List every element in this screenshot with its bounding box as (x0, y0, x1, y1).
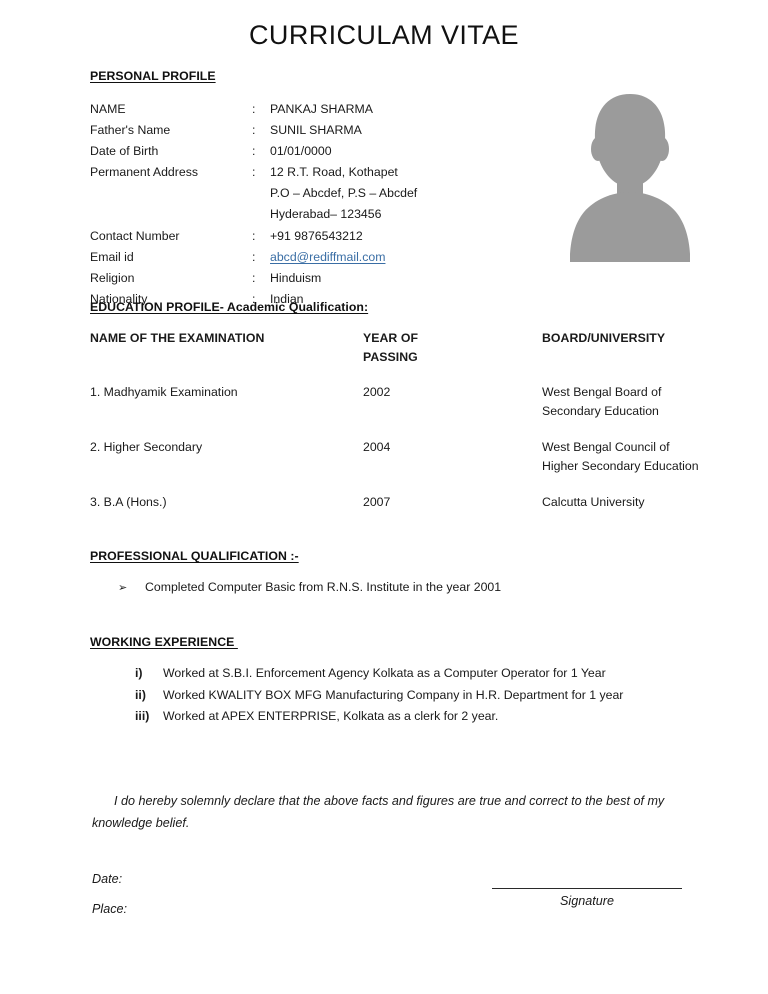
education-heading-text: EDUCATION PROFILE- Academic Qualificatio… (90, 300, 369, 314)
education-board: Calcutta University (542, 493, 732, 512)
signature-label: Signature (560, 894, 614, 908)
education-year-text: 2002 (363, 385, 391, 399)
section-heading-personal-profile: PERSONAL PROFILE (90, 69, 216, 83)
education-year: 2007 (363, 493, 523, 512)
declaration-paragraph: I do hereby solemnly declare that the ab… (92, 794, 665, 830)
profile-row-address-line3: Hyderabad– 123456 (90, 204, 550, 225)
profile-value: PANKAJ SHARMA (270, 102, 373, 116)
education-board-line1: Calcutta University (542, 495, 645, 509)
arrow-bullet-icon: ➢ (118, 581, 128, 594)
table-row: 3. B.A (Hons.) 2007 Calcutta University (90, 493, 710, 533)
education-board-line1: West Bengal Council of (542, 440, 670, 454)
working-experience-marker: ii) (135, 687, 146, 702)
profile-row-date-of-birth: Date of Birth : 01/01/0000 (90, 141, 550, 162)
profile-row-fathers-name: Father's Name : SUNIL SHARMA (90, 120, 550, 141)
education-column-header-examination: NAME OF THE EXAMINATION (90, 329, 355, 348)
education-examination-text: 2. Higher Secondary (90, 440, 203, 454)
profile-label: Contact Number (90, 228, 180, 243)
profile-value: Hinduism (270, 270, 322, 285)
working-experience-list: i) Worked at S.B.I. Enforcement Agency K… (135, 663, 735, 728)
education-column-header-board-line1: BOARD/UNIVERSITY (542, 331, 666, 345)
list-item: iii) Worked at APEX ENTERPRISE, Kolkata … (135, 706, 735, 728)
profile-value: 12 R.T. Road, Kothapet (270, 165, 398, 180)
profile-label: Religion (90, 270, 135, 285)
signature-block: Signature (492, 888, 682, 908)
education-column-header-examination-line1: NAME OF THE EXAMINATION (90, 331, 265, 345)
education-examination: 1. Madhyamik Examination (90, 383, 355, 402)
section-heading-education-profile: EDUCATION PROFILE- Academic Qualificatio… (90, 300, 368, 314)
education-column-header-year-line1: YEAR OF (363, 331, 419, 345)
list-item: ii) Worked KWALITY BOX MFG Manufacturing… (135, 685, 735, 707)
section-heading-working-experience: WORKING EXPERIENCE (90, 635, 238, 649)
profile-colon: : (252, 270, 256, 285)
education-board-line2: Higher Secondary Education (542, 458, 699, 473)
profile-label: NAME (90, 102, 126, 116)
page-title: CURRICULAM VITAE (249, 20, 519, 50)
education-year-text: 2004 (363, 440, 391, 454)
place-label: Place: (92, 902, 128, 916)
education-examination: 2. Higher Secondary (90, 438, 355, 457)
profile-row-address-line2: P.O – Abcdef, P.S – Abcdef (90, 183, 550, 204)
list-item: i) Worked at S.B.I. Enforcement Agency K… (135, 663, 735, 685)
profile-label: Date of Birth (90, 144, 159, 159)
education-examination-text: 3. B.A (Hons.) (90, 495, 167, 509)
education-board-line1: West Bengal Board of (542, 385, 662, 399)
education-column-header-year-line2: PASSING (363, 349, 418, 364)
profile-row-religion: Religion : Hinduism (90, 268, 550, 289)
section-heading-professional-qualification: PROFESSIONAL QUALIFICATION :- (90, 549, 299, 563)
profile-colon: : (252, 102, 256, 116)
education-year-text: 2007 (363, 495, 391, 509)
education-examination: 3. B.A (Hons.) (90, 493, 355, 512)
date-label: Date: (92, 872, 123, 886)
education-board: West Bengal Board of Secondary Education (542, 383, 732, 420)
profile-colon: : (252, 165, 256, 180)
profile-colon: : (252, 249, 256, 264)
education-year: 2004 (363, 438, 523, 457)
profile-row-contact-number: Contact Number : +91 9876543212 (90, 226, 550, 247)
working-experience-marker: iii) (135, 709, 150, 723)
personal-profile-heading-text: PERSONAL PROFILE (90, 69, 216, 83)
photo-placeholder (562, 88, 698, 262)
profile-value: Hyderabad– 123456 (270, 207, 382, 222)
working-experience-marker: i) (135, 666, 143, 680)
working-experience-text: Worked KWALITY BOX MFG Manufacturing Com… (163, 687, 624, 702)
working-experience-text: Worked at S.B.I. Enforcement Agency Kolk… (163, 666, 606, 680)
profile-value: P.O – Abcdef, P.S – Abcdef (270, 186, 418, 201)
table-row: 2. Higher Secondary 2004 West Bengal Cou… (90, 438, 710, 493)
professional-qualification-heading-text: PROFESSIONAL QUALIFICATION :- (90, 549, 299, 563)
profile-row-email: Email id : abcd@rediffmail.com (90, 247, 550, 268)
profile-label: Email id (90, 249, 134, 264)
personal-profile-table: NAME : PANKAJ SHARMA Father's Name : SUN… (90, 99, 550, 310)
education-column-header-board: BOARD/UNIVERSITY (542, 329, 732, 348)
profile-label: Permanent Address (90, 165, 198, 180)
profile-colon: : (252, 144, 256, 159)
education-board-line2: Secondary Education (542, 403, 659, 418)
profile-value: 01/01/0000 (270, 144, 332, 159)
signature-line (492, 888, 682, 889)
person-silhouette-icon (562, 88, 698, 262)
education-table: NAME OF THE EXAMINATION YEAR OF PASSING … (90, 329, 710, 533)
professional-qualification-item-text: Completed Computer Basic from R.N.S. Ins… (145, 580, 502, 594)
profile-label: Father's Name (90, 123, 171, 138)
profile-row-permanent-address: Permanent Address : 12 R.T. Road, Kothap… (90, 162, 550, 183)
education-column-header-year: YEAR OF PASSING (363, 329, 523, 366)
working-experience-heading-text: WORKING EXPERIENCE (90, 635, 238, 649)
education-table-header: NAME OF THE EXAMINATION YEAR OF PASSING … (90, 329, 710, 367)
cv-page: CURRICULAM VITAE PERSONAL PROFILE NAME :… (0, 0, 768, 994)
education-year: 2002 (363, 383, 523, 402)
profile-colon: : (252, 123, 256, 138)
table-row: 1. Madhyamik Examination 2002 West Benga… (90, 383, 710, 438)
profile-value: +91 9876543212 (270, 228, 363, 243)
profile-row-name: NAME : PANKAJ SHARMA (90, 99, 550, 120)
education-examination-text: 1. Madhyamik Examination (90, 385, 238, 399)
education-board: West Bengal Council of Higher Secondary … (542, 438, 732, 475)
profile-colon: : (252, 228, 256, 243)
working-experience-text: Worked at APEX ENTERPRISE, Kolkata as a … (163, 709, 499, 723)
email-link[interactable]: abcd@rediffmail.com (270, 247, 385, 268)
profile-value: SUNIL SHARMA (270, 123, 362, 138)
